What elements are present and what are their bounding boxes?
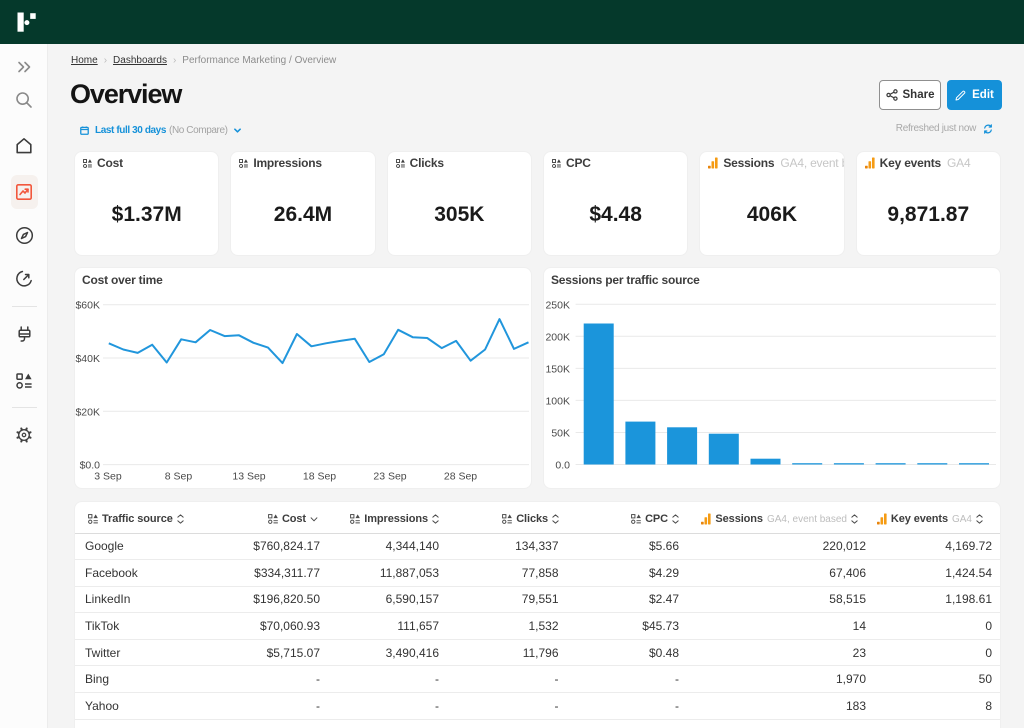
svg-text:13 Sep: 13 Sep (232, 471, 265, 483)
svg-text:100K: 100K (545, 395, 570, 407)
svg-text:8 Sep: 8 Sep (165, 471, 193, 483)
svg-text:28 Sep: 28 Sep (444, 471, 477, 483)
svg-text:50K: 50K (551, 428, 570, 440)
svg-text:$20K: $20K (75, 406, 100, 418)
svg-text:23 Sep: 23 Sep (373, 471, 406, 483)
svg-text:0.0: 0.0 (555, 460, 570, 472)
svg-text:200K: 200K (545, 331, 570, 343)
svg-text:$40K: $40K (75, 353, 100, 365)
svg-text:$60K: $60K (75, 300, 100, 312)
svg-text:3 Sep: 3 Sep (94, 471, 122, 483)
svg-text:150K: 150K (545, 363, 570, 375)
svg-text:250K: 250K (545, 299, 570, 311)
svg-text:18 Sep: 18 Sep (303, 471, 336, 483)
